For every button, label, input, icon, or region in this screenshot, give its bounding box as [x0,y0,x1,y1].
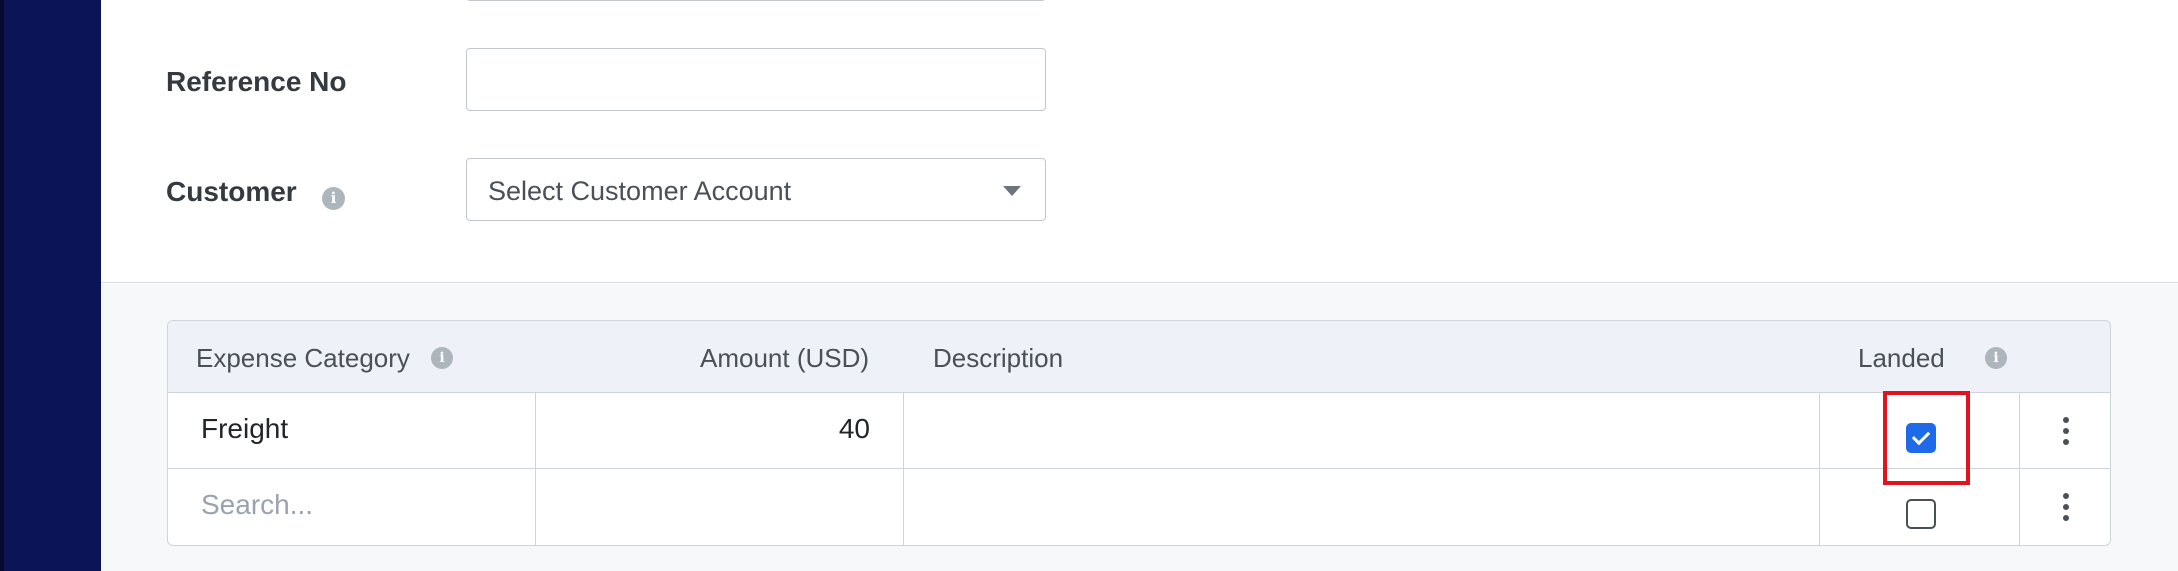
customer-label: Customer [166,176,297,207]
amount-value: 40 [838,413,870,444]
app-sidebar [0,0,101,571]
reference-no-label: Reference No [166,66,347,97]
customer-info-icon[interactable]: i [322,187,345,210]
expense-category-search-cell[interactable]: Search... [168,469,536,545]
landed-info-icon[interactable]: i [1985,347,2007,369]
table-row: Freight 40 [168,393,2110,469]
header-amount: Amount (USD) [700,343,870,373]
description-cell[interactable] [904,393,1820,469]
row-menu-cell [2020,469,2110,545]
expense-category-cell[interactable]: Freight [168,393,536,469]
expense-category-info-icon[interactable]: i [431,347,453,369]
expense-table-header: Expense Category i Amount (USD) Descript… [168,321,2110,393]
previous-field-input[interactable] [466,0,1046,1]
row-menu-cell [2020,393,2110,469]
reference-no-input[interactable] [466,48,1046,111]
amount-cell[interactable]: 40 [536,393,904,469]
customer-select-placeholder: Select Customer Account [488,176,792,206]
header-expense-category: Expense Category [196,343,410,373]
description-cell[interactable] [904,469,1820,545]
expense-category-value: Freight [201,413,289,444]
table-row: Search... [168,469,2110,545]
sidebar-edge [0,0,4,571]
header-description: Description [933,343,1064,373]
customer-select[interactable]: Select Customer Account [466,158,1046,221]
vertical-ellipsis-icon[interactable] [2062,493,2070,523]
vertical-ellipsis-icon[interactable] [2062,417,2070,447]
amount-cell[interactable] [536,469,904,545]
landed-checkbox[interactable] [1906,499,1936,529]
header-landed: Landed [1858,343,1945,373]
caret-down-icon [1003,186,1021,196]
expense-table: Expense Category i Amount (USD) Descript… [167,320,2111,546]
expense-category-search-input[interactable]: Search... [201,489,313,521]
form-section [101,0,2178,283]
highlight-box [1883,391,1970,485]
